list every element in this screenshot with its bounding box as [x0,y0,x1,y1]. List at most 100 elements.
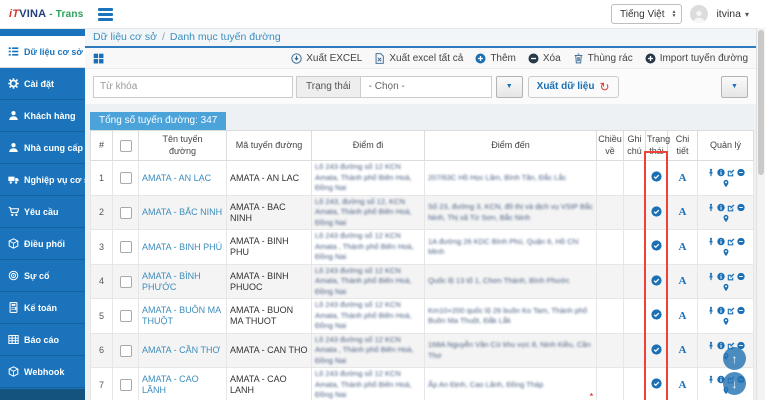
remove-icon[interactable] [736,237,745,246]
info-icon[interactable] [716,237,725,246]
detail-font-icon[interactable]: A [679,241,687,253]
sidebar-item-target[interactable]: Sự cố [0,260,85,292]
edit-icon[interactable] [727,203,735,212]
route-name-link[interactable]: AMATA - BẮC NINH [142,207,222,217]
info-icon[interactable] [716,272,725,281]
toolbar-button[interactable]: Thêm [475,53,516,64]
sidebar-item-gear[interactable]: Cài đặt [0,68,85,100]
status-check-icon[interactable] [651,275,662,286]
column-header: Mã tuyến đường [226,129,312,162]
cube-icon [7,238,20,249]
detail-font-icon[interactable]: A [679,206,687,218]
route-code: AMATA - BINH PHUOC [226,263,312,300]
note-cell [623,332,646,369]
row-checkbox[interactable] [119,172,132,185]
grid-icon[interactable] [93,53,104,64]
sidebar-item-cart[interactable]: Yêu cầu [0,196,85,228]
row-checkbox[interactable] [119,344,132,357]
select-all-checkbox[interactable] [119,139,132,152]
summary-tab[interactable]: Tổng số tuyến đường: 347 [90,112,227,130]
routes-table-body: 1 AMATA - AN LẠC AMATA - AN LAC Lô 243 đườn… [90,160,754,400]
location-icon[interactable] [722,214,730,223]
sidebar-item-calculator[interactable]: Kế toán [0,292,85,324]
status-check-icon[interactable] [651,171,662,182]
export-data-button[interactable]: Xuất dữ liệu ↻ [527,75,619,98]
location-icon[interactable] [722,179,730,188]
row-checkbox[interactable] [119,310,132,323]
remove-icon[interactable] [736,272,745,281]
route-name-link[interactable]: AMATA - BINH PHÚ [142,242,222,252]
route-name-link[interactable]: AMATA - AN LẠC [142,173,211,183]
street-view-icon[interactable] [707,272,715,281]
status-check-icon[interactable] [651,344,662,355]
status-check-icon[interactable] [651,206,662,217]
row-checkbox[interactable] [119,379,132,392]
edit-icon[interactable] [727,237,735,246]
sidebar-item-list[interactable]: Dữ liệu cơ sở [0,36,85,68]
sidebar-item-customer[interactable]: Khách hàng [0,100,85,132]
sidebar-item-truck[interactable]: Nghiệp vụ cơ sở [0,164,95,196]
detail-font-icon[interactable]: A [679,379,687,391]
toolbar-button[interactable]: Thùng rác [573,53,633,64]
toolbar-button-label: Xuất EXCEL [306,52,363,64]
row-checkbox[interactable] [119,275,132,288]
column-header: Điểm đến [424,129,597,162]
location-icon[interactable] [722,283,730,292]
toolbar-button[interactable]: Xóa [528,53,561,64]
street-view-icon[interactable] [707,375,715,384]
breadcrumb-parent[interactable]: Dữ liệu cơ sở [93,31,157,43]
app-logo[interactable]: iT VINA - Trans [0,0,85,28]
location-icon[interactable] [722,248,730,257]
status-dropdown-button[interactable]: ▼ [495,75,523,98]
row-checkbox[interactable] [119,206,132,219]
status-check-icon[interactable] [651,309,662,320]
sidebar-item-supplier[interactable]: Nhà cung cấp [0,132,85,164]
toolbar-button[interactable]: Import tuyến đường [645,53,748,64]
sidebar-item-cube[interactable]: Điều phối [0,228,85,260]
keyword-input[interactable] [93,75,293,98]
detail-font-icon[interactable]: A [679,275,687,287]
remove-icon[interactable] [736,203,745,212]
detail-font-icon[interactable]: A [679,172,687,184]
street-view-icon[interactable] [707,168,715,177]
vertical-scrollbar[interactable] [756,28,765,400]
street-view-icon[interactable] [707,237,715,246]
toolbar-button[interactable]: Xuất EXCEL [291,53,362,64]
street-view-icon[interactable] [707,203,715,212]
scroll-bottom-button[interactable]: ↓ [723,372,746,395]
scrollbar-thumb[interactable] [758,30,764,175]
detail-font-icon[interactable]: A [679,310,687,322]
user-menu[interactable]: itvina ▾ [716,8,749,20]
route-name-link[interactable]: AMATA - CẦN THƠ [142,345,220,355]
route-name-link[interactable]: AMATA - BUÔN MA THUỘT [142,305,221,326]
customer-icon [7,110,20,121]
status-check-icon[interactable] [651,378,662,389]
status-select[interactable]: - Chọn - [359,75,492,98]
language-select[interactable]: Tiếng Việt ▲ ▼ [611,4,683,24]
info-icon[interactable] [716,168,725,177]
scroll-top-button[interactable]: ↑ [723,347,746,370]
sidebar-item-report[interactable]: Báo cáo [0,324,85,356]
avatar[interactable] [690,5,709,23]
edit-icon[interactable] [727,272,735,281]
minus-circle-icon [528,52,539,64]
street-view-icon[interactable] [707,341,715,350]
route-name-link[interactable]: AMATA - BÌNH PHƯỚC [142,271,201,292]
street-view-icon[interactable] [707,306,715,315]
info-icon[interactable] [716,306,725,315]
remove-icon[interactable] [736,306,745,315]
location-icon[interactable] [722,317,730,326]
status-check-icon[interactable] [651,240,662,251]
menu-toggle-icon[interactable] [98,7,113,21]
info-icon[interactable] [716,341,725,350]
row-checkbox[interactable] [119,241,132,254]
route-name-link[interactable]: AMATA - CAO LÃNH [142,374,199,395]
sidebar-item-webhook[interactable]: Webhook [0,356,85,388]
toolbar-button[interactable]: Xuất excel tất cả [374,53,463,64]
edit-icon[interactable] [727,168,735,177]
filter-collapse-button[interactable]: ▼ [721,75,748,98]
detail-font-icon[interactable]: A [679,344,687,356]
info-icon[interactable] [716,203,725,212]
edit-icon[interactable] [727,306,735,315]
remove-icon[interactable] [736,168,745,177]
